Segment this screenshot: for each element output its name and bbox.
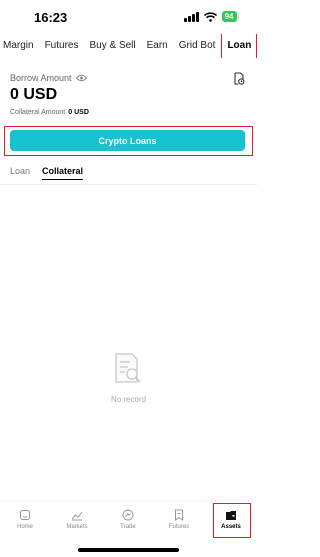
signal-icon — [184, 11, 199, 22]
nav-home-label: Home — [16, 524, 33, 530]
nav-markets-label: Markets — [66, 524, 88, 530]
status-bar: 16:23 94 — [0, 0, 257, 36]
collateral-amount-row: Collateral Amount 0 USD — [10, 109, 89, 116]
assets-highlight — [213, 503, 251, 538]
collateral-amount-value: 0 USD — [68, 109, 89, 116]
tab-margin[interactable]: Margin — [0, 38, 34, 54]
nav-markets[interactable]: Markets — [55, 509, 99, 530]
home-indicator — [78, 548, 179, 552]
nav-futures-label: Futures — [168, 524, 190, 530]
tab-grid-bot[interactable]: Grid Bot — [175, 38, 216, 54]
nav-trade-label: Trade — [120, 524, 136, 530]
borrow-amount-header: Borrow Amount — [10, 73, 87, 83]
trade-icon — [122, 509, 134, 521]
tab-buy-sell[interactable]: Buy & Sell — [85, 38, 135, 54]
no-record-text: No record — [110, 395, 147, 404]
subtab-collateral[interactable]: Collateral — [42, 166, 84, 180]
nav-futures[interactable]: Futures — [157, 509, 201, 530]
tab-futures[interactable]: Futures — [41, 38, 79, 54]
futures-icon — [173, 509, 185, 521]
eye-icon[interactable] — [75, 74, 87, 82]
divider — [0, 184, 257, 185]
status-icons: 94 — [184, 11, 239, 22]
crypto-loans-button[interactable]: Crypto Loans — [10, 130, 245, 151]
tab-loan[interactable]: Loan — [221, 34, 257, 58]
markets-icon — [71, 509, 83, 521]
wifi-icon — [203, 11, 217, 22]
subtab-loan[interactable]: Loan — [10, 166, 30, 180]
nav-trade[interactable]: Trade — [106, 509, 150, 530]
nav-home[interactable]: Home — [3, 509, 47, 530]
borrow-amount-value: 0 USD — [10, 86, 58, 103]
order-history-icon[interactable] — [233, 72, 245, 90]
crypto-loans-highlight: Crypto Loans — [4, 126, 253, 156]
collateral-amount-label: Collateral Amount — [10, 109, 66, 116]
home-icon — [19, 509, 31, 521]
status-time: 16:23 — [34, 10, 68, 25]
borrow-amount-label: Borrow Amount — [10, 73, 72, 83]
battery-level: 94 — [221, 11, 237, 22]
no-record-icon — [113, 352, 143, 391]
battery-indicator: 94 — [221, 11, 239, 22]
top-tab-bar: Margin Futures Buy & Sell Earn Grid Bot … — [0, 34, 257, 58]
sub-tab-bar: Loan Collateral — [10, 166, 84, 180]
tab-earn[interactable]: Earn — [143, 38, 168, 54]
